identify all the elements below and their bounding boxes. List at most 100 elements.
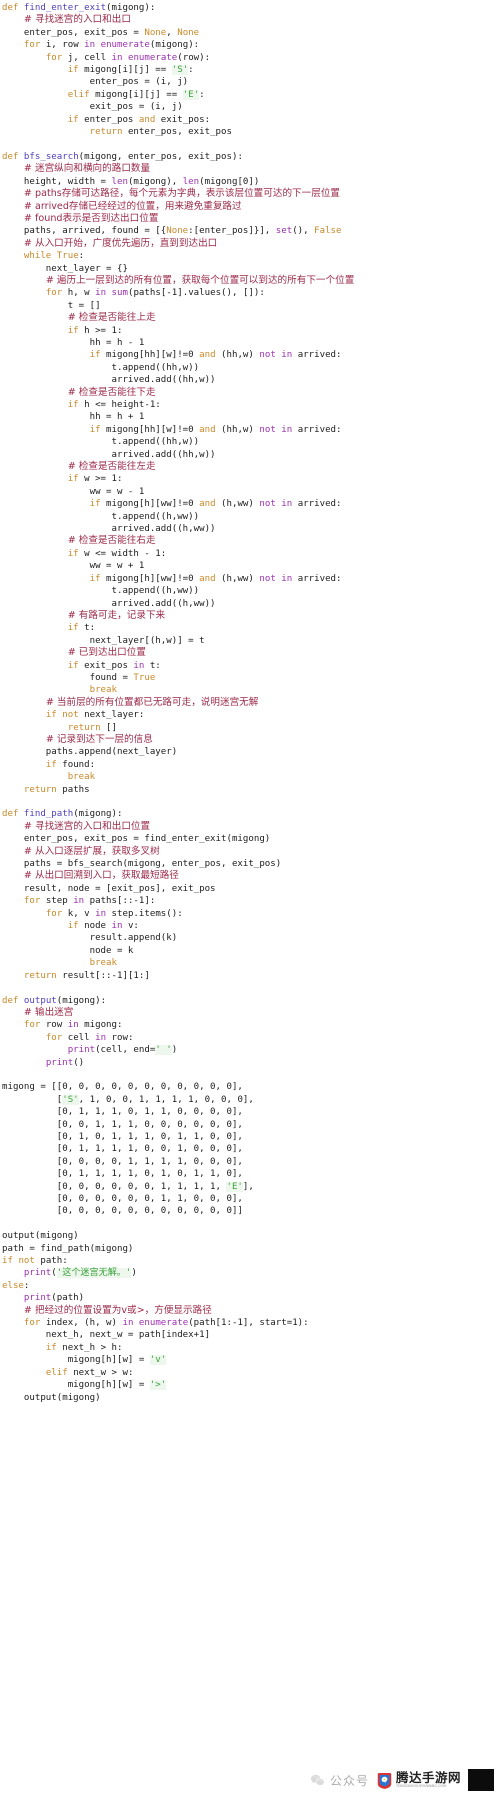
code-token-str: '这个迷宫无解。': [56, 1268, 132, 1279]
code-token-pl: path:: [34, 1256, 68, 1267]
code-line: break: [2, 684, 500, 696]
code-token-op: in: [111, 52, 123, 63]
code-token-bi: len: [111, 176, 128, 187]
code-token-cmt: # 有路可走，记录下来: [67, 609, 166, 621]
code-line: # 迷宫纵向和横向的路口数量: [2, 163, 500, 175]
code-token-cmt: # 寻找迷宫的入口和出口位置: [23, 820, 151, 832]
code-token-cmt: # found表示是否到达出口位置: [23, 212, 159, 224]
code-token-cmt: # 检查是否能往左走: [67, 461, 156, 473]
code-line: for row in migong:: [2, 1019, 500, 1031]
code-token-kw: for: [45, 288, 63, 299]
code-token-pl: migong[i][j] ==: [89, 89, 183, 100]
code-token-kw: if: [67, 114, 79, 125]
code-token-pl: next_h, next_w = path[index+1]: [2, 1330, 211, 1341]
code-line: t.append((h,ww)): [2, 511, 500, 523]
code-token-kw: return: [23, 784, 57, 795]
code-line: if not path:: [2, 1255, 500, 1267]
code-token-pl: [0, 1, 0, 1, 1, 1, 0, 1, 1, 0, 0],: [2, 1131, 243, 1142]
code-token-pl: h <= height-1:: [78, 400, 161, 410]
code-token-pl: (row):: [177, 52, 211, 63]
code-token-cmt: # 从出口回溯到入口，获取最短路径: [23, 870, 179, 882]
code-token-kw: not: [62, 710, 79, 721]
code-token-fn: find_path: [23, 809, 74, 820]
code-line: if not next_layer:: [2, 709, 500, 721]
code-token-pl: t:: [144, 660, 161, 671]
code-token-op: in: [111, 921, 123, 932]
code-token-kw: if: [2, 1256, 13, 1267]
code-line: path = find_path(migong): [2, 1243, 500, 1255]
code-token-pl: :[enter_pos]}],: [188, 226, 276, 237]
code-line: arrived.add((h,ww)): [2, 523, 500, 535]
code-token-str: 'E': [226, 1181, 243, 1192]
code-line: t.append((hh,w)): [2, 362, 500, 374]
code-token-cmt: # 已到达出口位置: [67, 647, 146, 659]
code-token-kw: None: [177, 27, 200, 38]
code-token-pl: enter_pos, exit_pos =: [2, 27, 145, 38]
code-line: if migong[i][j] == 'S':: [2, 64, 500, 76]
code-line: migong = [[0, 0, 0, 0, 0, 0, 0, 0, 0, 0,…: [2, 1081, 500, 1093]
code-token-pl: row:: [106, 1032, 134, 1043]
code-token-pl: found =: [2, 672, 134, 683]
code-token-kw: while: [23, 251, 52, 262]
code-token-pl: found:: [56, 759, 96, 770]
code-token-pl: arrived:: [292, 499, 342, 510]
code-token-pl: enter_pos = (i, j): [2, 77, 189, 88]
code-line: for index, (h, w) in enumerate(path[1:-1…: [2, 1317, 500, 1329]
code-token-pl: exit_pos = (i, j): [2, 102, 183, 113]
code-line: for step in paths[::-1]:: [2, 895, 500, 907]
code-token-pl: [0, 0, 0, 0, 1, 1, 1, 1, 0, 0, 0],: [2, 1156, 243, 1167]
code-token-kw: return: [67, 722, 101, 733]
code-token-pl: (migong),: [127, 176, 183, 187]
code-token-pl: next_w > w:: [67, 1367, 134, 1378]
code-line: migong[h][w] = 'v': [2, 1354, 500, 1366]
code-token-pl: result, node = [exit_pos], exit_pos: [2, 883, 216, 894]
code-token-pl: k, v: [62, 908, 96, 919]
code-token-kw: for: [23, 1020, 41, 1031]
site-logo: 腾达手游网 TENGDASHOUYOUWANG.COM: [373, 1770, 463, 1790]
code-line: def bfs_search(migong, enter_pos, exit_p…: [2, 151, 500, 163]
code-token-cmt: # arrived存储已经经过的位置，用来避免重复路过: [23, 200, 242, 212]
code-token-pl: (h,ww): [215, 499, 260, 510]
code-line: if exit_pos in t:: [2, 660, 500, 672]
code-line: migong[h][w] = '>': [2, 1379, 500, 1391]
code-token-pl: enter_pos, exit_pos: [122, 127, 232, 138]
code-token-pl: exit_pos: [78, 660, 134, 671]
code-line: print(): [2, 1057, 500, 1069]
code-line: paths.append(next_layer): [2, 746, 500, 758]
code-token-pl: t.append((h,ww)): [2, 511, 200, 522]
code-token-pl: cell: [62, 1032, 96, 1043]
code-token-pl: ww = w + 1: [2, 561, 145, 572]
code-token-kw: for: [23, 40, 41, 51]
code-line: # 遍历上一层到达的所有位置，获取每个位置可以到达的所有下一个位置: [2, 275, 500, 287]
wechat-label: 公众号: [329, 1773, 369, 1788]
code-token-kw: else: [2, 1280, 24, 1291]
code-line: # 从入口逐层扩展，获取多叉树: [2, 846, 500, 858]
code-token-pl: next_layer[(h,w)] = t: [2, 635, 205, 646]
code-token-str: ' ': [155, 1045, 172, 1056]
code-token-kw: break: [89, 958, 117, 969]
code-token-kw: if: [67, 325, 79, 336]
site-logo-text: 腾达手游网 TENGDASHOUYOUWANG.COM: [396, 1771, 461, 1789]
code-token-kw: for: [45, 52, 63, 63]
code-line: [0, 1, 0, 1, 1, 1, 0, 1, 1, 0, 0],: [2, 1131, 500, 1143]
code-line: [0, 1, 1, 1, 0, 1, 1, 0, 0, 0, 0],: [2, 1106, 500, 1118]
code-token-pl: j, cell: [62, 52, 112, 63]
code-line: ww = w + 1: [2, 560, 500, 572]
